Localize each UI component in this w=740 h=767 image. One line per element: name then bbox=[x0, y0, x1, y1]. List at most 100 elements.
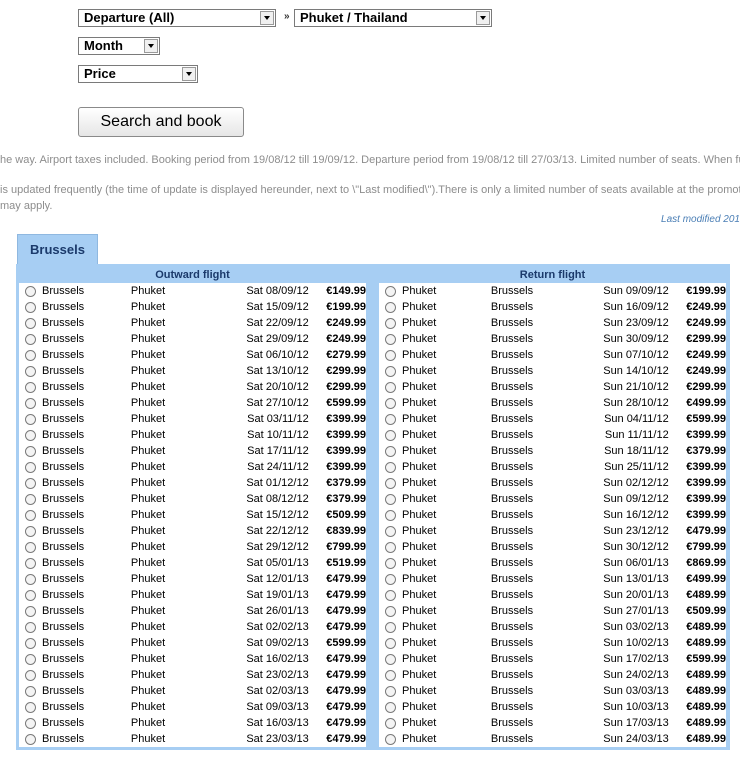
month-select[interactable]: Month bbox=[78, 37, 160, 55]
chevron-down-icon[interactable] bbox=[182, 67, 196, 81]
flight-radio[interactable] bbox=[385, 509, 396, 521]
table-row[interactable]: Brussels Phuket Sat 20/10/12 €299.99 bbox=[19, 379, 366, 395]
flight-radio[interactable] bbox=[385, 381, 396, 393]
table-row[interactable]: Brussels Phuket Sat 10/11/12 €399.99 bbox=[19, 427, 366, 443]
flight-radio[interactable] bbox=[385, 365, 396, 377]
flight-radio[interactable] bbox=[25, 669, 36, 681]
flight-radio[interactable] bbox=[385, 301, 396, 313]
table-row[interactable]: Phuket Brussels Sun 24/03/13 €489.99 bbox=[379, 731, 726, 747]
table-row[interactable]: Brussels Phuket Sat 24/11/12 €399.99 bbox=[19, 459, 366, 475]
flight-radio[interactable] bbox=[385, 493, 396, 505]
table-row[interactable]: Brussels Phuket Sat 16/02/13 €479.99 bbox=[19, 651, 366, 667]
table-row[interactable]: Brussels Phuket Sat 23/03/13 €479.99 bbox=[19, 731, 366, 747]
flight-radio[interactable] bbox=[385, 605, 396, 617]
table-row[interactable]: Brussels Phuket Sat 13/10/12 €299.99 bbox=[19, 363, 366, 379]
table-row[interactable]: Phuket Brussels Sun 03/02/13 €489.99 bbox=[379, 619, 726, 635]
flight-radio[interactable] bbox=[385, 653, 396, 665]
chevron-down-icon[interactable] bbox=[260, 11, 274, 25]
flight-radio[interactable] bbox=[385, 429, 396, 441]
table-row[interactable]: Phuket Brussels Sun 13/01/13 €499.99 bbox=[379, 571, 726, 587]
flight-radio[interactable] bbox=[25, 477, 36, 489]
flight-radio[interactable] bbox=[385, 285, 396, 297]
flight-radio[interactable] bbox=[385, 525, 396, 537]
table-row[interactable]: Brussels Phuket Sat 15/12/12 €509.99 bbox=[19, 507, 366, 523]
table-row[interactable]: Phuket Brussels Sun 17/03/13 €489.99 bbox=[379, 715, 726, 731]
flight-radio[interactable] bbox=[25, 653, 36, 665]
tab-brussels[interactable]: Brussels bbox=[17, 234, 98, 265]
table-row[interactable]: Brussels Phuket Sat 23/02/13 €479.99 bbox=[19, 667, 366, 683]
table-row[interactable]: Phuket Brussels Sun 27/01/13 €509.99 bbox=[379, 603, 726, 619]
flight-radio[interactable] bbox=[25, 717, 36, 729]
flight-radio[interactable] bbox=[25, 317, 36, 329]
chevron-down-icon[interactable] bbox=[476, 11, 490, 25]
table-row[interactable]: Phuket Brussels Sun 03/03/13 €489.99 bbox=[379, 683, 726, 699]
table-row[interactable]: Phuket Brussels Sun 07/10/12 €249.99 bbox=[379, 347, 726, 363]
flight-radio[interactable] bbox=[25, 301, 36, 313]
flight-radio[interactable] bbox=[385, 637, 396, 649]
table-row[interactable]: Brussels Phuket Sat 22/09/12 €249.99 bbox=[19, 315, 366, 331]
flight-radio[interactable] bbox=[385, 317, 396, 329]
flight-radio[interactable] bbox=[25, 573, 36, 585]
flight-radio[interactable] bbox=[385, 701, 396, 713]
flight-radio[interactable] bbox=[25, 685, 36, 697]
table-row[interactable]: Brussels Phuket Sat 02/03/13 €479.99 bbox=[19, 683, 366, 699]
flight-radio[interactable] bbox=[25, 733, 36, 745]
flight-radio[interactable] bbox=[385, 573, 396, 585]
table-row[interactable]: Brussels Phuket Sat 27/10/12 €599.99 bbox=[19, 395, 366, 411]
flight-radio[interactable] bbox=[385, 589, 396, 601]
flight-radio[interactable] bbox=[25, 333, 36, 345]
table-row[interactable]: Phuket Brussels Sun 30/12/12 €799.99 bbox=[379, 539, 726, 555]
table-row[interactable]: Phuket Brussels Sun 10/02/13 €489.99 bbox=[379, 635, 726, 651]
table-row[interactable]: Phuket Brussels Sun 24/02/13 €489.99 bbox=[379, 667, 726, 683]
flight-radio[interactable] bbox=[25, 637, 36, 649]
flight-radio[interactable] bbox=[25, 397, 36, 409]
table-row[interactable]: Brussels Phuket Sat 29/12/12 €799.99 bbox=[19, 539, 366, 555]
flight-radio[interactable] bbox=[385, 541, 396, 553]
table-row[interactable]: Phuket Brussels Sun 09/12/12 €399.99 bbox=[379, 491, 726, 507]
flight-radio[interactable] bbox=[25, 381, 36, 393]
table-row[interactable]: Phuket Brussels Sun 25/11/12 €399.99 bbox=[379, 459, 726, 475]
table-row[interactable]: Brussels Phuket Sat 05/01/13 €519.99 bbox=[19, 555, 366, 571]
flight-radio[interactable] bbox=[25, 701, 36, 713]
flight-radio[interactable] bbox=[385, 621, 396, 633]
departure-select[interactable]: Departure (All) bbox=[78, 9, 276, 27]
flight-radio[interactable] bbox=[25, 285, 36, 297]
table-row[interactable]: Brussels Phuket Sat 16/03/13 €479.99 bbox=[19, 715, 366, 731]
table-row[interactable]: Brussels Phuket Sat 06/10/12 €279.99 bbox=[19, 347, 366, 363]
flight-radio[interactable] bbox=[25, 605, 36, 617]
table-row[interactable]: Phuket Brussels Sun 06/01/13 €869.99 bbox=[379, 555, 726, 571]
table-row[interactable]: Brussels Phuket Sat 03/11/12 €399.99 bbox=[19, 411, 366, 427]
flight-radio[interactable] bbox=[385, 349, 396, 361]
table-row[interactable]: Phuket Brussels Sun 20/01/13 €489.99 bbox=[379, 587, 726, 603]
flight-radio[interactable] bbox=[25, 541, 36, 553]
flight-radio[interactable] bbox=[385, 445, 396, 457]
table-row[interactable]: Brussels Phuket Sat 09/02/13 €599.99 bbox=[19, 635, 366, 651]
flight-radio[interactable] bbox=[385, 461, 396, 473]
table-row[interactable]: Phuket Brussels Sun 30/09/12 €299.99 bbox=[379, 331, 726, 347]
table-row[interactable]: Phuket Brussels Sun 10/03/13 €489.99 bbox=[379, 699, 726, 715]
flight-radio[interactable] bbox=[25, 509, 36, 521]
flight-radio[interactable] bbox=[25, 621, 36, 633]
table-row[interactable]: Brussels Phuket Sat 17/11/12 €399.99 bbox=[19, 443, 366, 459]
table-row[interactable]: Phuket Brussels Sun 28/10/12 €499.99 bbox=[379, 395, 726, 411]
table-row[interactable]: Phuket Brussels Sun 09/09/12 €199.99 bbox=[379, 283, 726, 299]
flight-radio[interactable] bbox=[385, 733, 396, 745]
table-row[interactable]: Brussels Phuket Sat 22/12/12 €839.99 bbox=[19, 523, 366, 539]
flight-radio[interactable] bbox=[25, 557, 36, 569]
table-row[interactable]: Phuket Brussels Sun 18/11/12 €379.99 bbox=[379, 443, 726, 459]
table-row[interactable]: Brussels Phuket Sat 15/09/12 €199.99 bbox=[19, 299, 366, 315]
flight-radio[interactable] bbox=[385, 717, 396, 729]
chevron-down-icon[interactable] bbox=[144, 39, 158, 53]
table-row[interactable]: Brussels Phuket Sat 29/09/12 €249.99 bbox=[19, 331, 366, 347]
flight-radio[interactable] bbox=[25, 429, 36, 441]
table-row[interactable]: Brussels Phuket Sat 12/01/13 €479.99 bbox=[19, 571, 366, 587]
destination-select[interactable]: Phuket / Thailand bbox=[294, 9, 492, 27]
flight-radio[interactable] bbox=[25, 461, 36, 473]
flight-radio[interactable] bbox=[25, 349, 36, 361]
table-row[interactable]: Brussels Phuket Sat 09/03/13 €479.99 bbox=[19, 699, 366, 715]
table-row[interactable]: Brussels Phuket Sat 08/12/12 €379.99 bbox=[19, 491, 366, 507]
table-row[interactable]: Phuket Brussels Sun 14/10/12 €249.99 bbox=[379, 363, 726, 379]
flight-radio[interactable] bbox=[25, 445, 36, 457]
flight-radio[interactable] bbox=[385, 333, 396, 345]
flight-radio[interactable] bbox=[385, 557, 396, 569]
